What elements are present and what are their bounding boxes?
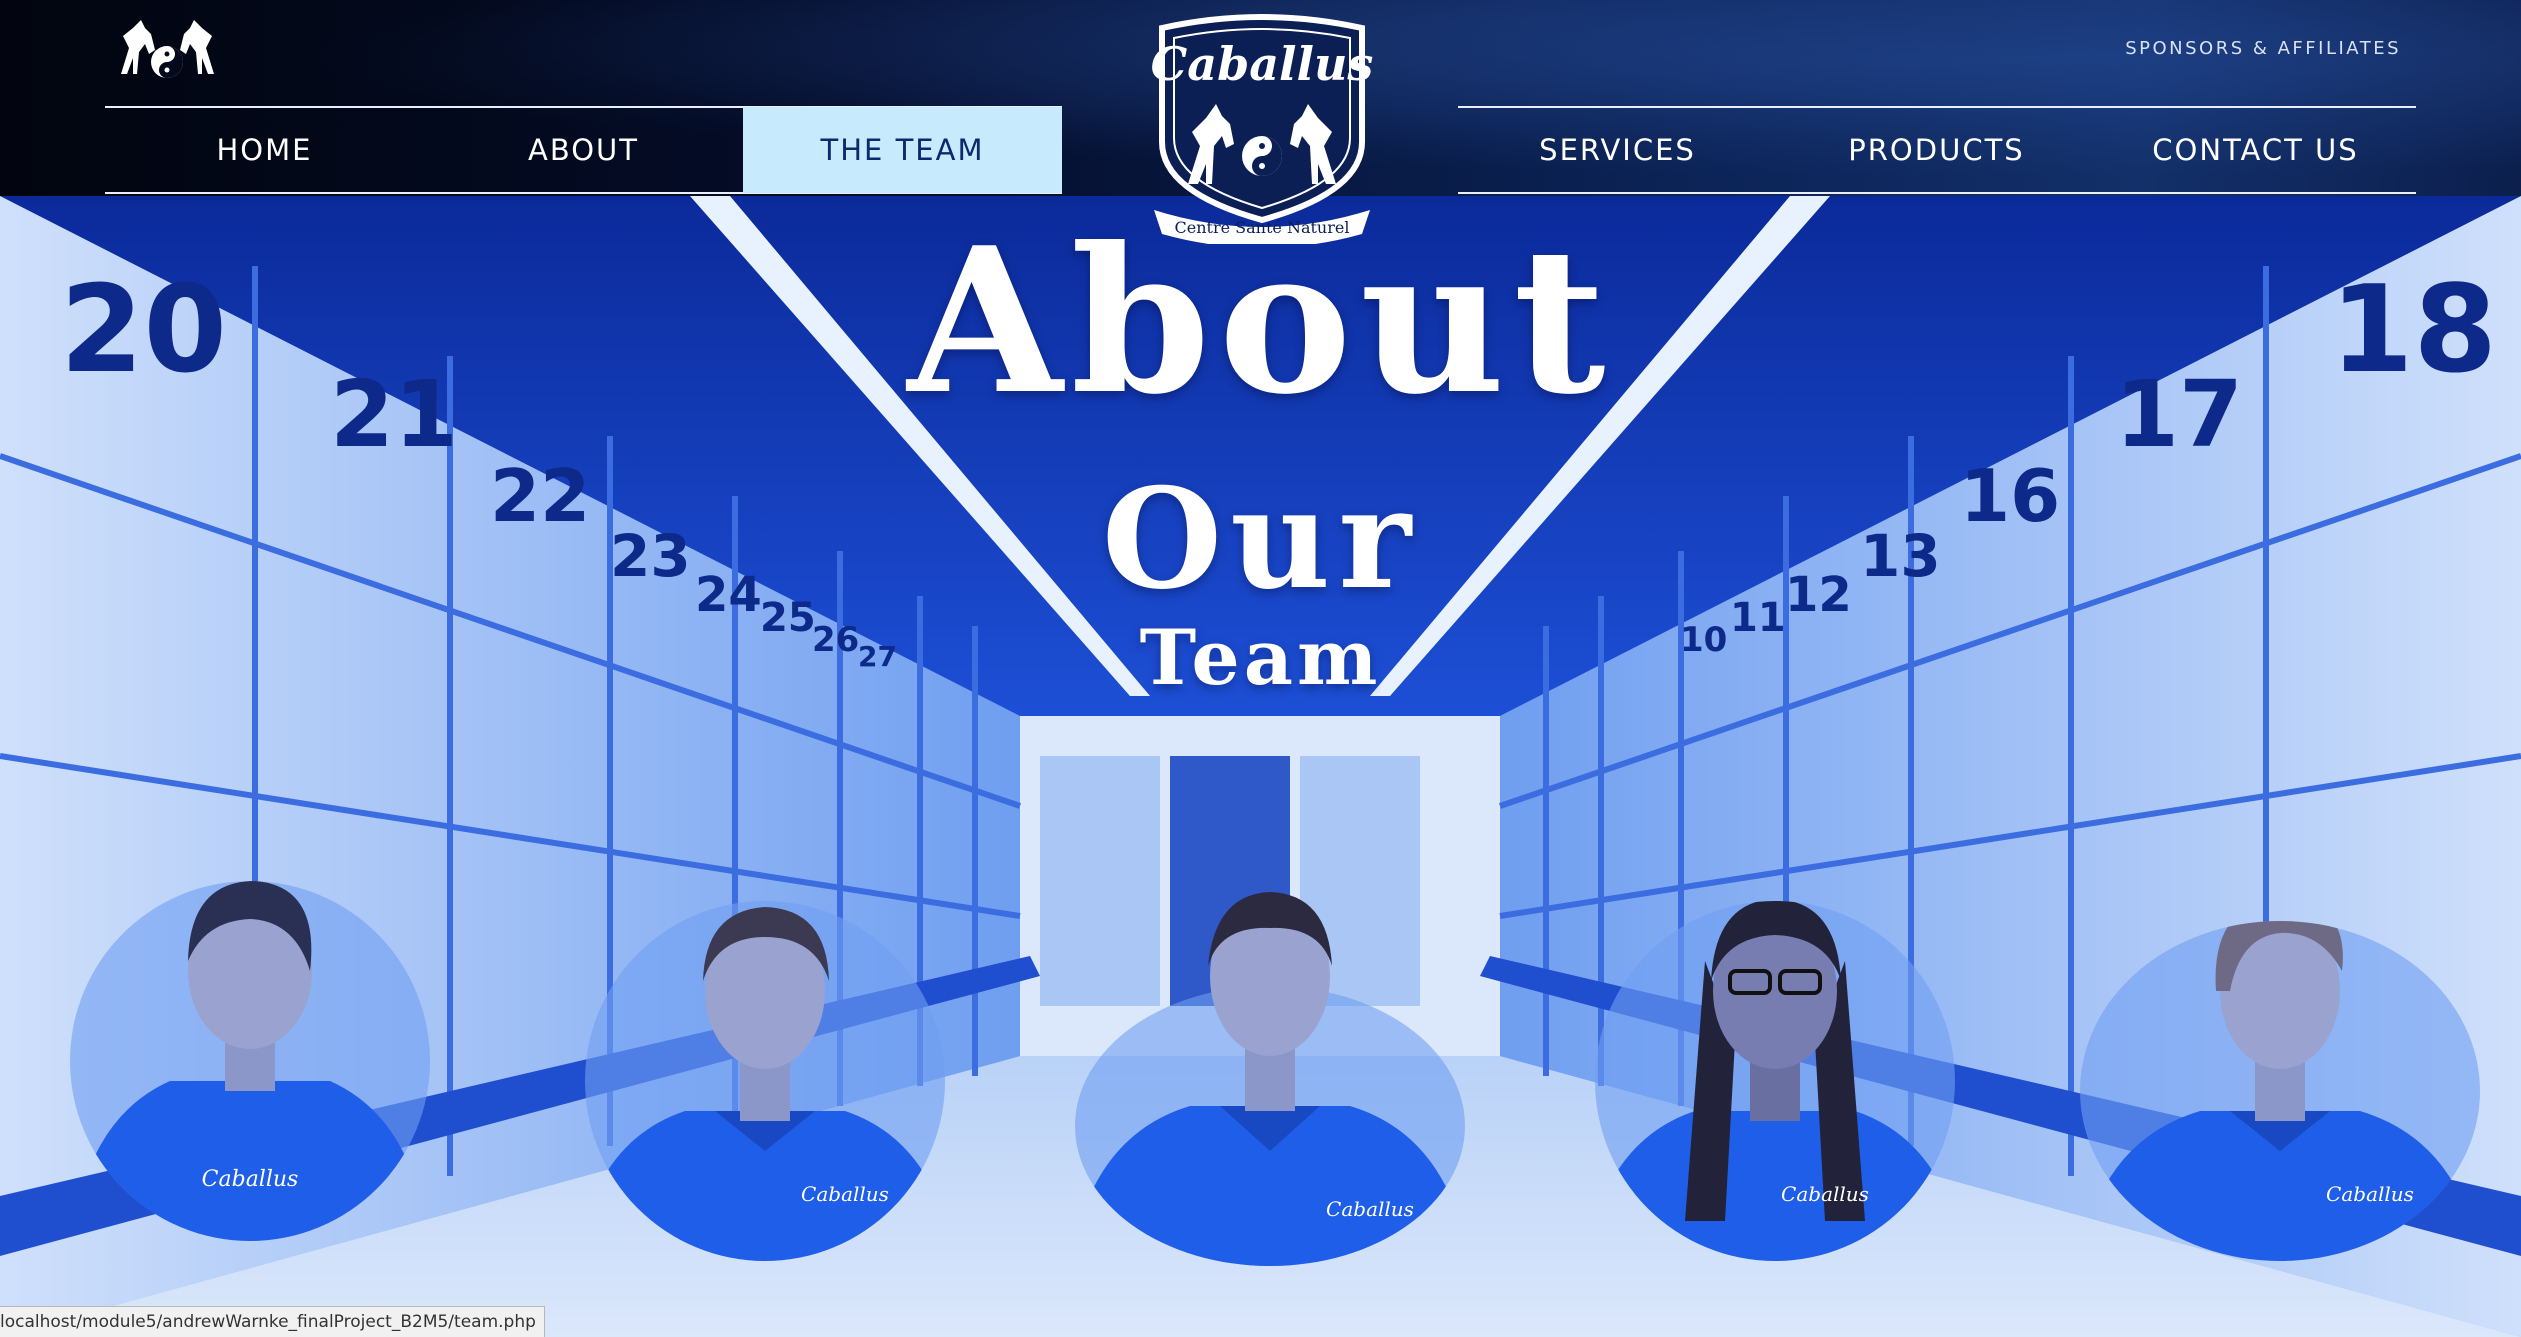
nav-home[interactable]: HOME	[105, 107, 424, 193]
crest-brand-text: Caballus	[1151, 37, 1374, 91]
shirt-logo-text: Caballus	[2326, 1182, 2414, 1206]
shirt-logo-text: Caballus	[1781, 1182, 1869, 1206]
shirt-logo-text: Caballus	[1326, 1197, 1414, 1221]
horses-yin-yang-icon[interactable]	[115, 14, 220, 86]
nav-services[interactable]: SERVICES	[1458, 107, 1777, 193]
hero-title-team: Team	[1139, 613, 1382, 702]
team-member-4[interactable]: Caballus	[1565, 841, 1985, 1261]
team-member-3[interactable]: Caballus	[1070, 846, 1470, 1266]
nav-products[interactable]: PRODUCTS	[1777, 107, 2096, 193]
hero-title-about: About	[907, 204, 1614, 439]
browser-status-url: localhost/module5/andrewWarnke_finalProj…	[0, 1306, 545, 1337]
nav-contact-us[interactable]: CONTACT US	[2096, 107, 2415, 193]
nav-about[interactable]: ABOUT	[424, 107, 743, 193]
team-member-1[interactable]: Caballus	[40, 841, 460, 1261]
sponsors-affiliates-link[interactable]: SPONSORS & AFFILIATES	[2125, 38, 2401, 59]
nav-the-team[interactable]: THE TEAM	[743, 107, 1062, 193]
team-member-5[interactable]: Caballus	[2070, 841, 2490, 1261]
shirt-logo-text: Caballus	[801, 1182, 889, 1206]
hero-section: 20 21 22 23 24 25 26 27 18 17 16 13 12 1…	[0, 196, 2521, 1337]
team-member-2[interactable]: Caballus	[565, 841, 965, 1261]
hero-title-our: Our	[1101, 457, 1420, 620]
crest-tagline: Centre Santé Naturel	[1175, 218, 1350, 237]
caballus-crest-logo[interactable]: Caballus Centre Santé Naturel	[1148, 14, 1376, 244]
shirt-logo-text: Caballus	[202, 1167, 299, 1192]
